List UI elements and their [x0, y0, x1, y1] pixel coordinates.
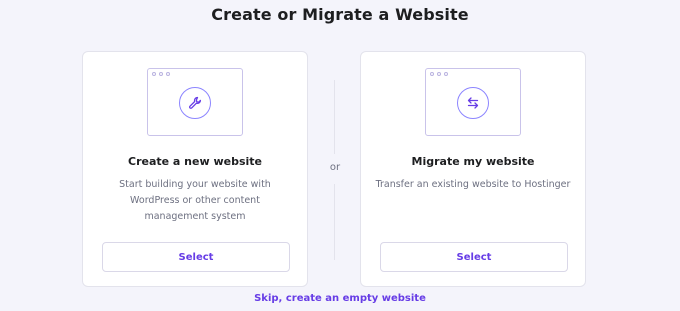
window-dots [430, 72, 448, 76]
wrench-icon [179, 87, 211, 119]
select-migrate-button[interactable]: Select [380, 242, 568, 272]
page-title: Create or Migrate a Website [211, 5, 469, 24]
card-description: Start building your website with WordPre… [119, 179, 271, 222]
card-title: Create a new website [128, 155, 262, 168]
window-dots [152, 72, 170, 76]
or-label: or [329, 162, 341, 173]
browser-window-illustration [425, 68, 521, 136]
divider [334, 184, 335, 260]
swap-arrows-icon [457, 87, 489, 119]
card-title: Migrate my website [411, 155, 535, 168]
browser-window-illustration [147, 68, 243, 136]
divider [334, 80, 335, 154]
card-description: Transfer an existing website to Hostinge… [375, 179, 571, 190]
create-website-card[interactable]: Create a new website Start building your… [82, 51, 308, 287]
migrate-website-card[interactable]: Migrate my website Transfer an existing … [360, 51, 586, 287]
skip-empty-website-link[interactable]: Skip, create an empty website [0, 293, 680, 304]
select-create-button[interactable]: Select [102, 242, 290, 272]
